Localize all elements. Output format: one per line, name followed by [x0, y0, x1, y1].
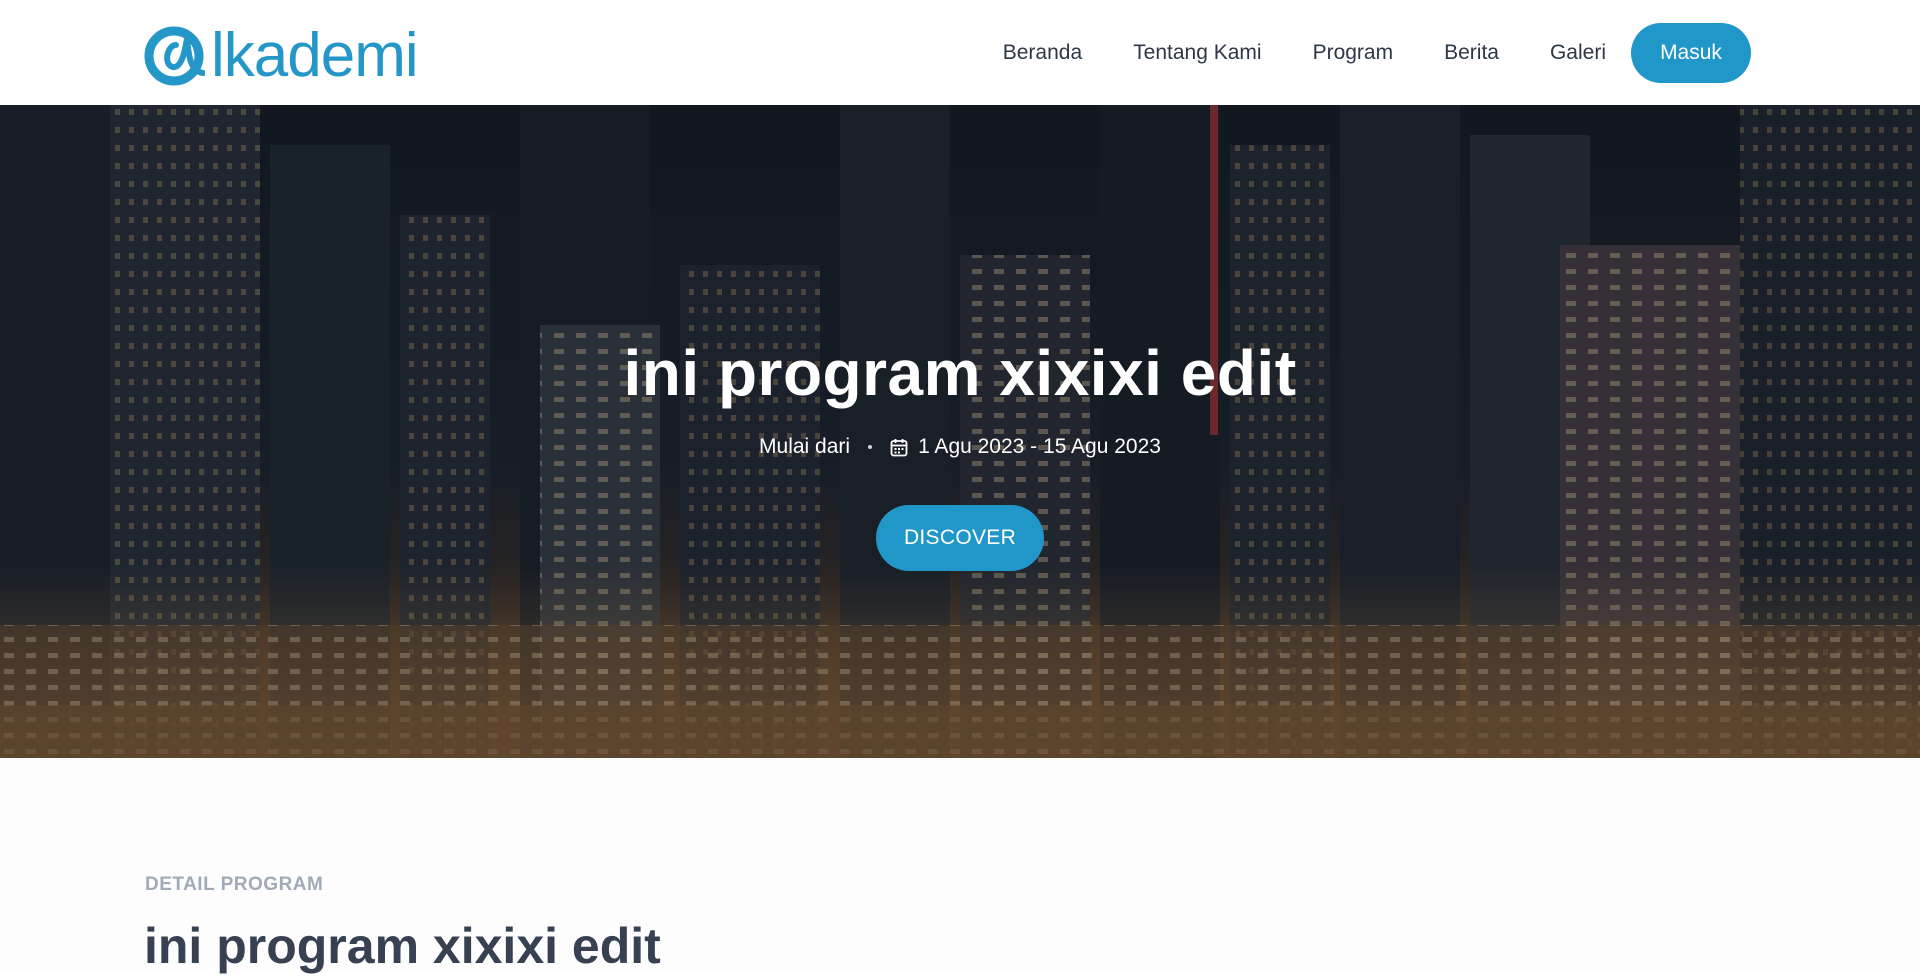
nav-item-berita[interactable]: Berita: [1444, 41, 1499, 65]
calendar-icon: [890, 438, 908, 457]
nav-item-galeri[interactable]: Galeri: [1550, 41, 1606, 65]
date-range: 1 Agu 2023 - 15 Agu 2023: [918, 435, 1161, 458]
top-navbar: lkademi Beranda Tentang Kami Program Ber…: [0, 0, 1920, 105]
hero-meta: Mulai dari 1 Agu 2023 - 15 Agu 2023: [0, 435, 1920, 459]
program-detail-section: DETAIL PROGRAM ini program xixixi edit: [0, 758, 1920, 974]
meta-separator-dot: [868, 445, 873, 449]
brand-logo[interactable]: lkademi: [143, 21, 419, 91]
program-title: ini program xixixi edit: [144, 918, 661, 974]
hero-content: ini program xixixi edit Mulai dari 1 Agu…: [0, 105, 1920, 758]
program-hero: ini program xixixi edit Mulai dari 1 Agu…: [0, 105, 1920, 758]
section-label: DETAIL PROGRAM: [145, 874, 324, 895]
discover-button[interactable]: DISCOVER: [876, 505, 1044, 571]
start-label: Mulai dari: [759, 435, 851, 458]
logo-mark-icon: [144, 26, 205, 86]
main-nav: Beranda Tentang Kami Program Berita Gale…: [1003, 0, 1920, 105]
hero-title: ini program xixixi edit: [623, 337, 1297, 409]
nav-item-beranda[interactable]: Beranda: [1003, 41, 1082, 65]
nav-item-tentang-kami[interactable]: Tentang Kami: [1133, 41, 1261, 65]
login-button[interactable]: Masuk: [1631, 22, 1751, 83]
logo-wordmark: lkademi: [211, 21, 419, 90]
nav-item-program[interactable]: Program: [1313, 41, 1394, 65]
